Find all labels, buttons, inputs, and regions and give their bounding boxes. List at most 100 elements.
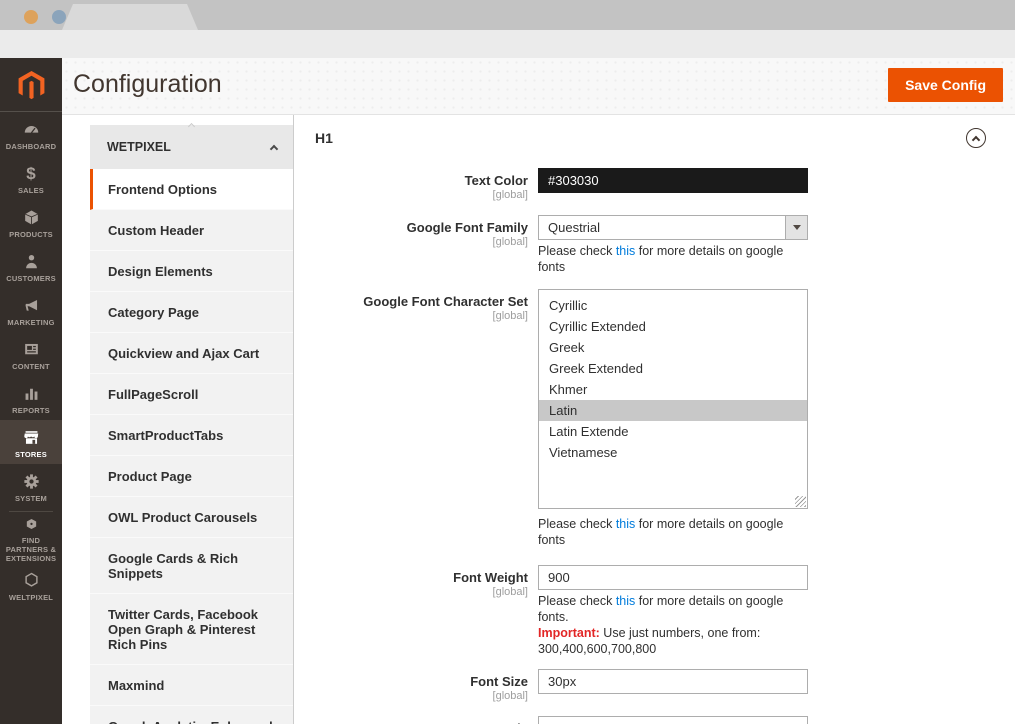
listbox-option[interactable]: Khmer — [539, 379, 807, 400]
this-link[interactable]: this — [616, 594, 635, 608]
nav-item[interactable]: Quickview and Ajax Cart — [90, 333, 293, 374]
sidebar-item-reports[interactable]: REPORTS — [0, 376, 62, 420]
nav-item[interactable]: Twitter Cards, Facebook Open Graph & Pin… — [90, 594, 293, 665]
field-row-font-family: Google Font Family [global] Questrial Pl… — [315, 215, 1000, 275]
field-scope: [global] — [315, 236, 528, 248]
save-config-button[interactable]: Save Config — [888, 68, 1003, 102]
nav-scroll-up[interactable] — [90, 116, 293, 125]
nav-item[interactable]: OWL Product Carousels — [90, 497, 293, 538]
window-control-icon[interactable] — [52, 10, 66, 24]
nav-item[interactable]: Custom Header — [90, 210, 293, 251]
nav-item-label: GoogleAnalyticsEnhancedEcommerce — [108, 719, 273, 724]
section-title: H1 — [315, 130, 333, 146]
field-scope: [global] — [315, 310, 528, 322]
browser-toolbar — [0, 30, 1015, 58]
sales-icon: $ — [26, 164, 35, 183]
nav-item-label: Maxmind — [108, 678, 164, 693]
weltpixel-hexagon-icon — [22, 571, 41, 590]
sidebar-item-dashboard[interactable]: DASHBOARD — [0, 112, 62, 156]
window-control-icon[interactable] — [24, 10, 38, 24]
field-note: Please check this for more details on go… — [538, 243, 808, 275]
sidebar-item-weltpixel[interactable]: WELTPIXEL — [0, 563, 62, 607]
browser-tab[interactable] — [62, 4, 198, 30]
field-scope: [global] — [315, 189, 528, 201]
sidebar-item-products[interactable]: PRODUCTS — [0, 200, 62, 244]
nav-item[interactable]: Maxmind — [90, 665, 293, 706]
sidebar-item-marketing[interactable]: MARKETING — [0, 288, 62, 332]
option-label: Vietnamese — [549, 445, 617, 460]
chevron-up-icon — [972, 135, 980, 143]
this-link[interactable]: this — [616, 517, 635, 531]
this-link[interactable]: this — [616, 244, 635, 258]
option-label: Khmer — [549, 382, 587, 397]
font-style-input[interactable] — [538, 716, 808, 724]
option-label: Latin Extende — [549, 424, 629, 439]
field-label: Font Weight — [315, 570, 528, 585]
font-family-select[interactable]: Questrial — [538, 215, 808, 240]
nav-item[interactable]: GoogleAnalyticsEnhancedEcommerce — [90, 706, 293, 724]
magento-admin-window: Configuration Save Config DASHBOARD $ SA… — [0, 0, 1015, 724]
dropdown-arrow-button[interactable] — [785, 216, 807, 239]
option-label: Cyrillic — [549, 298, 587, 313]
listbox-option[interactable]: Vietnamese — [539, 442, 807, 463]
field-row-font-size: Font Size [global] — [315, 669, 1000, 702]
nav-item[interactable]: Product Page — [90, 456, 293, 497]
config-section-nav: WETPIXEL Frontend Options Custom Header … — [90, 116, 293, 724]
field-label: Text Color — [315, 173, 528, 188]
nav-item-label: Custom Header — [108, 223, 204, 238]
field-note: Please check this for more details on go… — [538, 593, 808, 625]
font-weight-input[interactable] — [538, 565, 808, 590]
option-label: Greek — [549, 340, 584, 355]
dashboard-icon — [22, 120, 41, 139]
listbox-option[interactable]: Latin Extende — [539, 421, 807, 442]
config-form: H1 Text Color [global] Google Font Famil… — [293, 115, 1015, 724]
nav-item-label: Quickview and Ajax Cart — [108, 346, 259, 361]
nav-item[interactable]: Category Page — [90, 292, 293, 333]
field-note: Please check this for more details on go… — [538, 516, 808, 548]
customers-icon — [22, 252, 41, 271]
nav-item-label: Design Elements — [108, 264, 213, 279]
reports-icon — [22, 384, 41, 403]
nav-item-label: Frontend Options — [108, 182, 217, 197]
sidebar-item-system[interactable]: SYSTEM — [0, 464, 62, 508]
listbox-option[interactable]: Cyrillic Extended — [539, 316, 807, 337]
charset-listbox[interactable]: Cyrillic Cyrillic Extended Greek Greek E… — [538, 289, 808, 509]
nav-item-list: Frontend Options Custom Header Design El… — [90, 169, 293, 724]
text-color-input[interactable] — [538, 168, 808, 193]
option-label: Latin — [549, 403, 577, 418]
important-note: Important: Use just numbers, one from: 3… — [538, 625, 808, 657]
field-scope: [global] — [315, 690, 528, 702]
magento-logo[interactable] — [0, 58, 62, 112]
nav-item[interactable]: Google Cards & Rich Snippets — [90, 538, 293, 594]
field-label: Font Size — [315, 674, 528, 689]
listbox-option[interactable]: Latin — [539, 400, 807, 421]
stores-icon — [22, 428, 41, 447]
field-scope: [global] — [315, 586, 528, 598]
admin-sidebar: DASHBOARD $ SALES PRODUCTS CUSTOMERS MAR… — [0, 112, 62, 724]
nav-item[interactable]: SmartProductTabs — [90, 415, 293, 456]
nav-section-wetpixel[interactable]: WETPIXEL — [90, 125, 293, 169]
sidebar-item-sales[interactable]: $ SALES — [0, 156, 62, 200]
nav-item[interactable]: Frontend Options — [90, 169, 293, 210]
sidebar-item-content[interactable]: CONTENT — [0, 332, 62, 376]
listbox-option[interactable]: Greek — [539, 337, 807, 358]
nav-item-label: Twitter Cards, Facebook Open Graph & Pin… — [108, 607, 258, 652]
field-row-font-style: Font Style [global] — [315, 716, 1000, 724]
resize-handle-icon[interactable] — [795, 496, 806, 507]
page-title: Configuration — [73, 70, 222, 99]
sidebar-item-stores[interactable]: STORES — [0, 420, 62, 464]
browser-tab-bar — [0, 0, 1015, 30]
listbox-option[interactable]: Cyrillic — [539, 295, 807, 316]
marketing-icon — [22, 296, 41, 315]
nav-item-label: SmartProductTabs — [108, 428, 223, 443]
collapse-section-button[interactable] — [966, 128, 986, 148]
sidebar-item-find-partners[interactable]: FIND PARTNERS & EXTENSIONS — [0, 515, 62, 563]
nav-item-label: Google Cards & Rich Snippets — [108, 551, 238, 581]
nav-item[interactable]: FullPageScroll — [90, 374, 293, 415]
listbox-option[interactable]: Greek Extended — [539, 358, 807, 379]
nav-item[interactable]: Design Elements — [90, 251, 293, 292]
field-row-charset: Google Font Character Set [global] Cyril… — [315, 289, 1000, 548]
option-label: Greek Extended — [549, 361, 643, 376]
sidebar-item-customers[interactable]: CUSTOMERS — [0, 244, 62, 288]
font-size-input[interactable] — [538, 669, 808, 694]
